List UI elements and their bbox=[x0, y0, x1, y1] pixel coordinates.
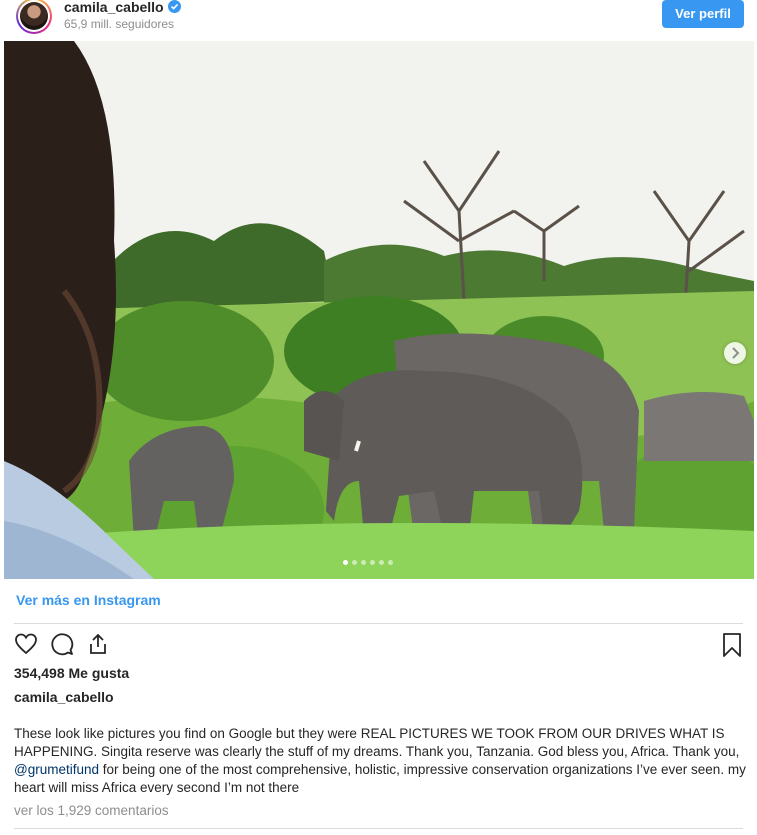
carousel-dot bbox=[379, 560, 384, 565]
carousel-dot bbox=[352, 560, 357, 565]
divider bbox=[14, 828, 743, 829]
heart-icon[interactable] bbox=[14, 632, 38, 656]
caption-text: These look like pictures you find on Goo… bbox=[14, 726, 740, 759]
avatar-image bbox=[20, 2, 48, 30]
verified-badge-icon bbox=[167, 0, 181, 13]
carousel-dot bbox=[388, 560, 393, 565]
carousel-dot bbox=[343, 560, 348, 565]
view-profile-button[interactable]: Ver perfil bbox=[662, 0, 744, 28]
mention-link[interactable]: @grumetifund bbox=[14, 762, 99, 777]
bookmark-icon[interactable] bbox=[720, 632, 744, 658]
view-comments-link[interactable]: ver los 1,929 comentarios bbox=[14, 803, 169, 818]
caption-text-continued: for being one of the most comprehensive,… bbox=[14, 762, 746, 795]
elephants-photo bbox=[4, 41, 754, 579]
carousel-dot bbox=[361, 560, 366, 565]
username-link[interactable]: camila_cabello bbox=[64, 0, 181, 15]
carousel-next-arrow-icon[interactable] bbox=[724, 342, 746, 364]
comment-icon[interactable] bbox=[50, 632, 74, 656]
post-image[interactable] bbox=[4, 41, 754, 579]
post-caption: These look like pictures you find on Goo… bbox=[14, 725, 749, 797]
view-more-instagram-link[interactable]: Ver más en Instagram bbox=[16, 592, 161, 608]
likes-count[interactable]: 354,498 Me gusta bbox=[14, 665, 129, 681]
followers-count: 65,9 mill. seguidores bbox=[64, 17, 175, 31]
share-icon[interactable] bbox=[86, 632, 110, 656]
post-header: camila_cabello 65,9 mill. seguidores Ver… bbox=[0, 0, 757, 38]
post-author[interactable]: camila_cabello bbox=[14, 689, 114, 705]
carousel-indicator bbox=[343, 560, 393, 565]
username-text: camila_cabello bbox=[64, 0, 164, 15]
divider bbox=[14, 623, 743, 624]
avatar[interactable] bbox=[16, 0, 52, 34]
action-bar bbox=[14, 632, 744, 658]
carousel-dot bbox=[370, 560, 375, 565]
